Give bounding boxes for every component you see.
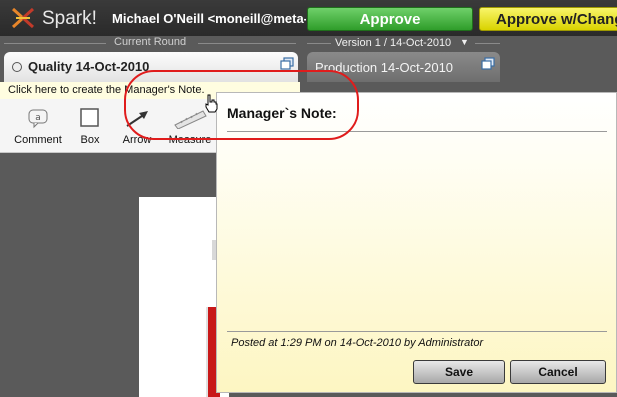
top-bar: Spark! Michael O'Neill <moneill@meta-co … xyxy=(0,0,617,36)
popout-icon[interactable] xyxy=(481,57,495,75)
divider xyxy=(475,43,500,44)
tab-label: Quality 14-Oct-2010 xyxy=(28,59,150,74)
box-icon xyxy=(79,107,101,134)
current-round-header: Current Round xyxy=(4,36,296,50)
tool-label: Comment xyxy=(14,134,62,146)
approve-with-changes-button[interactable]: Approve w/Changes xyxy=(479,7,617,31)
highlight-annotation xyxy=(124,70,359,140)
spark-logo-icon xyxy=(11,7,35,29)
box-tool[interactable]: Box xyxy=(72,99,108,152)
cancel-button[interactable]: Cancel xyxy=(510,360,606,384)
note-posted-info: Posted at 1:29 PM on 14-Oct-2010 by Admi… xyxy=(231,337,484,349)
save-button[interactable]: Save xyxy=(413,360,505,384)
current-round-label: Current Round xyxy=(114,36,187,48)
svg-text:a: a xyxy=(35,113,41,123)
hand-cursor-icon xyxy=(203,94,219,119)
comment-icon: a xyxy=(27,107,49,134)
comment-tool[interactable]: a Comment xyxy=(8,99,68,152)
app-name: Spark! xyxy=(42,8,97,29)
version-selector[interactable]: Version 1 / 14-Oct-2010 xyxy=(335,37,451,49)
divider xyxy=(307,43,331,44)
app-logo: Spark! xyxy=(10,6,102,30)
user-name: Michael O'Neill <moneill@meta-co xyxy=(112,11,306,26)
approve-button[interactable]: Approve xyxy=(307,7,473,31)
divider xyxy=(198,43,296,44)
note-text-area[interactable] xyxy=(227,135,607,327)
tool-label: Box xyxy=(80,134,100,146)
divider xyxy=(4,43,106,44)
divider xyxy=(227,331,607,332)
radio-icon[interactable] xyxy=(12,62,22,72)
chevron-down-icon[interactable]: ▼ xyxy=(460,37,469,47)
